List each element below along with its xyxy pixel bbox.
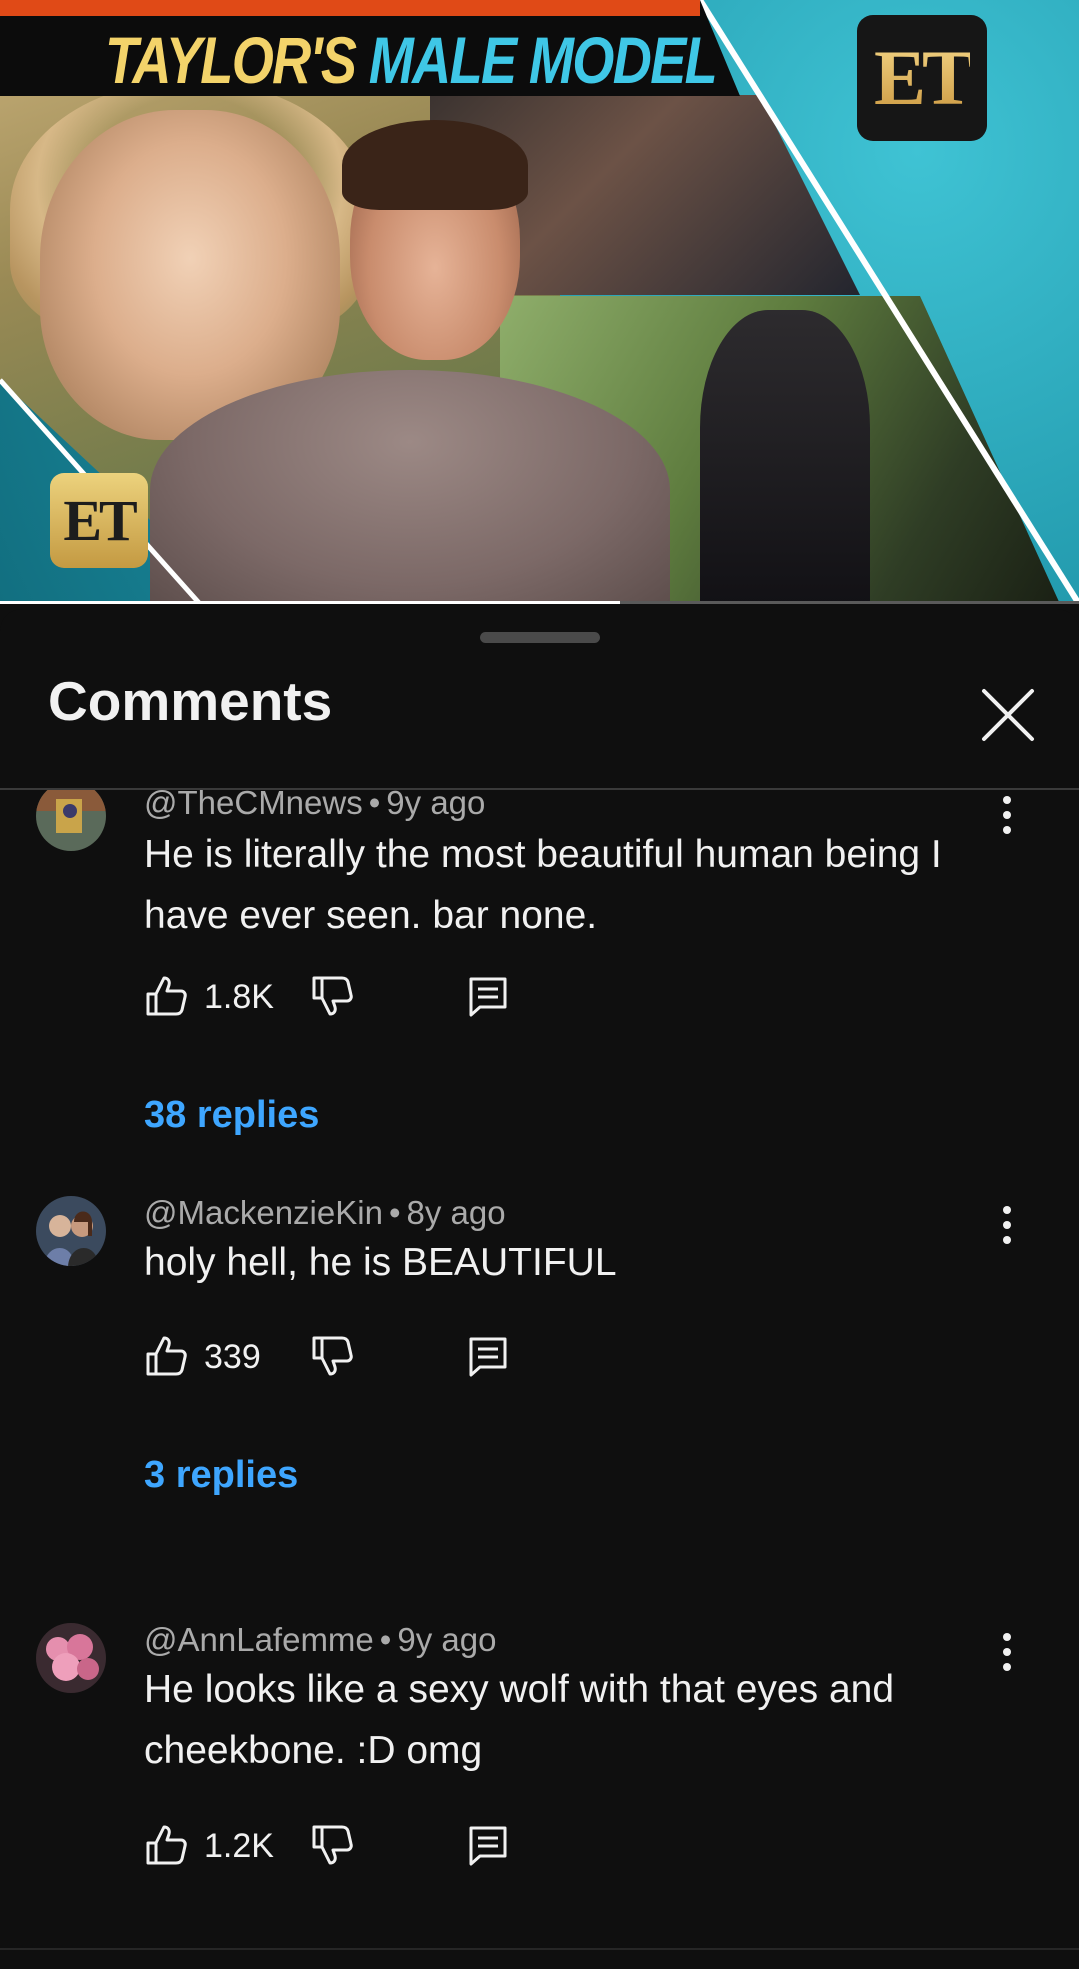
comment-meta: @AnnLafemme • 9y ago [144,1621,497,1658]
comment-age: 9y ago [386,790,486,821]
more-options-icon[interactable] [990,1202,1024,1248]
avatar-image [36,1623,106,1693]
view-replies-link[interactable]: 3 replies [144,1454,298,1497]
comment-author[interactable]: @AnnLafemme [144,1621,374,1658]
like-icon[interactable] [144,1334,188,1378]
like-count: 1.2K [204,1827,274,1865]
comment-actions: 1.8K [144,974,524,1022]
dislike-icon[interactable] [310,974,354,1018]
comments-list[interactable]: @TheCMnews • 9y ago He is literally the mo… [0,790,1079,1967]
video-player[interactable]: TAYLOR'S MALE MODEL ET ET [0,0,1079,604]
avatar[interactable] [36,1196,106,1266]
comment-age: 9y ago [397,1621,497,1658]
avatar[interactable] [36,790,106,851]
like-count: 339 [204,1338,261,1376]
video-title-text: TAYLOR'S MALE MODEL [105,22,718,98]
comments-sheet: Comments @TheCMnews • 9y ago He is literal… [0,609,1079,1967]
view-replies-link[interactable]: 38 replies [144,1094,319,1137]
comment-age: 8y ago [406,1194,506,1231]
video-progress-fill [0,601,621,604]
comments-title: Comments [48,670,333,732]
avatar-image [36,790,106,851]
drag-handle[interactable] [480,632,600,643]
video-frame-presenter [150,120,670,604]
comment-author[interactable]: @TheCMnews [144,790,363,821]
channel-logo: ET [857,15,987,141]
like-icon[interactable] [144,1823,188,1867]
comment-text: holy hell, he is BEAUTIFUL [144,1241,617,1284]
bottom-divider [0,1948,1079,1969]
video-progress-bar[interactable] [0,601,1079,604]
reply-icon[interactable] [468,1825,508,1867]
comment-meta: @MackenzieKin • 8y ago [144,1194,506,1231]
more-options-icon[interactable] [990,792,1024,838]
more-options-icon[interactable] [990,1629,1024,1675]
comment-text: He is literally the most beautiful human… [144,833,942,937]
dislike-icon[interactable] [310,1334,354,1378]
comment-actions: 339 [144,1334,524,1382]
reply-icon[interactable] [468,976,508,1018]
comment-actions: 1.2K [144,1823,524,1871]
video-frame-couple [700,310,870,604]
video-title-part2: MALE MODEL [368,23,718,97]
dislike-icon[interactable] [310,1823,354,1867]
close-icon[interactable] [980,687,1036,743]
comment-meta: @TheCMnews • 9y ago [144,790,485,822]
video-title-part1: TAYLOR'S [105,23,357,97]
reply-icon[interactable] [468,1336,508,1378]
avatar-image [36,1196,106,1266]
comment-author[interactable]: @MackenzieKin [144,1194,383,1231]
like-icon[interactable] [144,974,188,1018]
comments-header: Comments [0,669,1079,789]
comment-text: He looks like a sexy wolf with that eyes… [144,1668,895,1772]
like-count: 1.8K [204,978,274,1016]
channel-watermark-badge: ET [50,473,148,568]
avatar[interactable] [36,1623,106,1693]
